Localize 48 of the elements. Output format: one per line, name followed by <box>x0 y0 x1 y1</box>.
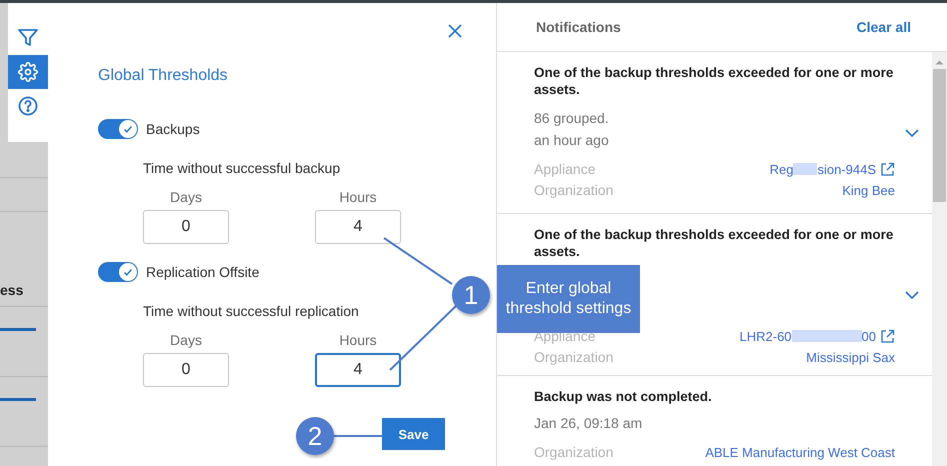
notifications-title: Notifications <box>536 19 621 35</box>
section-subtitle: Time without successful replication <box>143 303 360 319</box>
toggle-label: Replication Offsite <box>146 264 260 280</box>
appliance-link[interactable]: LHR2-60 00 <box>740 328 876 344</box>
external-link-icon[interactable] <box>880 328 895 344</box>
organization-link[interactable]: Mississippi Sax <box>806 350 895 364</box>
number-input[interactable]: 4 <box>315 353 401 387</box>
number-input[interactable]: 0 <box>143 210 229 244</box>
callout-tooltip: Enter global threshold settings <box>497 265 640 333</box>
leader-line <box>389 303 459 371</box>
field-label: Days <box>170 189 202 205</box>
toggle-label: Backups <box>146 121 200 137</box>
grouped-count: 86 grouped. <box>534 110 610 127</box>
field-label: Days <box>170 332 202 348</box>
settings-icon <box>18 62 38 82</box>
notification-title: One of the backup thresholds exceeded for one or more assets. <box>534 64 894 98</box>
leader-line <box>383 237 453 285</box>
scrollbar[interactable] <box>932 52 947 466</box>
step-badge: 1 <box>452 276 490 314</box>
organization-link[interactable]: ABLE Manufacturing West Coast <box>705 444 895 460</box>
external-link-icon[interactable] <box>880 162 895 176</box>
leader-line <box>334 435 382 437</box>
help-icon <box>18 96 38 116</box>
sidebar-item[interactable] <box>8 55 48 89</box>
step-badge: 2 <box>296 417 334 455</box>
notification-title: One of the backup thresholds exceeded for one or more assets. <box>534 226 894 260</box>
toggle-switch[interactable] <box>98 119 138 139</box>
panel-title: Global Thresholds <box>98 67 229 85</box>
column-heading: ess <box>0 282 24 300</box>
close-button[interactable] <box>446 22 464 40</box>
field-label: Appliance <box>534 161 596 177</box>
field-label: Hours <box>339 332 377 348</box>
number-input[interactable]: 0 <box>143 353 229 387</box>
save-button[interactable]: Save <box>382 418 445 450</box>
notification-title: Backup was not completed. <box>534 388 713 405</box>
notification-time: Jan 26, 09:18 am <box>534 415 644 432</box>
clear-all-link[interactable]: Clear all <box>856 19 911 35</box>
appliance-link[interactable]: Reg sion-944S <box>770 162 876 176</box>
filter-icon <box>18 29 38 47</box>
toggle-switch[interactable] <box>98 262 138 282</box>
notification-time: an hour ago <box>534 132 610 149</box>
section-subtitle: Time without successful backup <box>143 160 342 176</box>
field-label: Organization <box>534 349 614 365</box>
number-input[interactable]: 4 <box>315 210 401 244</box>
field-label: Organization <box>534 182 614 198</box>
organization-link[interactable]: King Bee <box>842 182 895 198</box>
field-label: Organization <box>534 444 614 460</box>
field-label: Hours <box>339 189 377 205</box>
